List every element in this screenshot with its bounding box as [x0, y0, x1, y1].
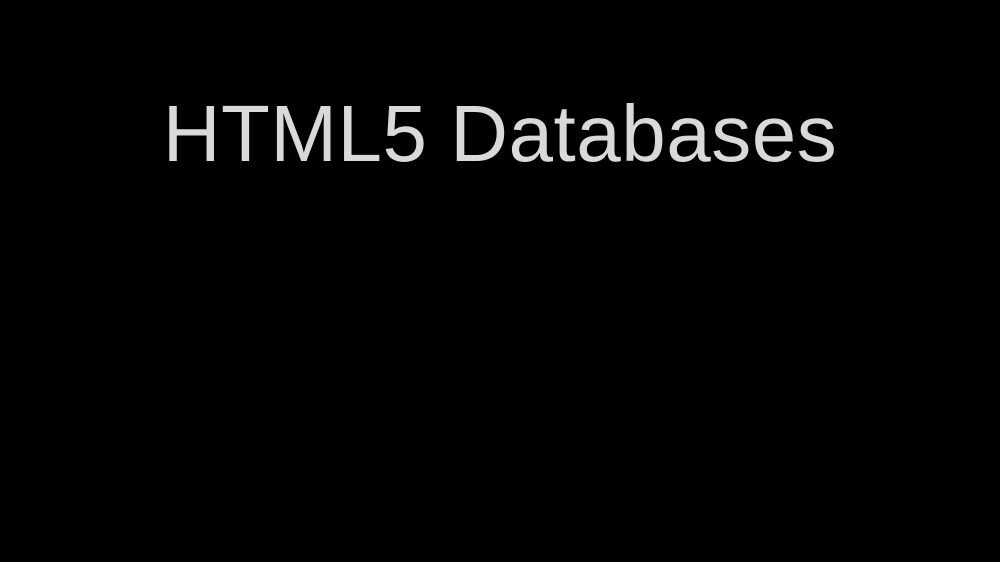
presentation-slide: HTML5 Databases: [0, 0, 1000, 562]
slide-title: HTML5 Databases: [162, 89, 838, 178]
